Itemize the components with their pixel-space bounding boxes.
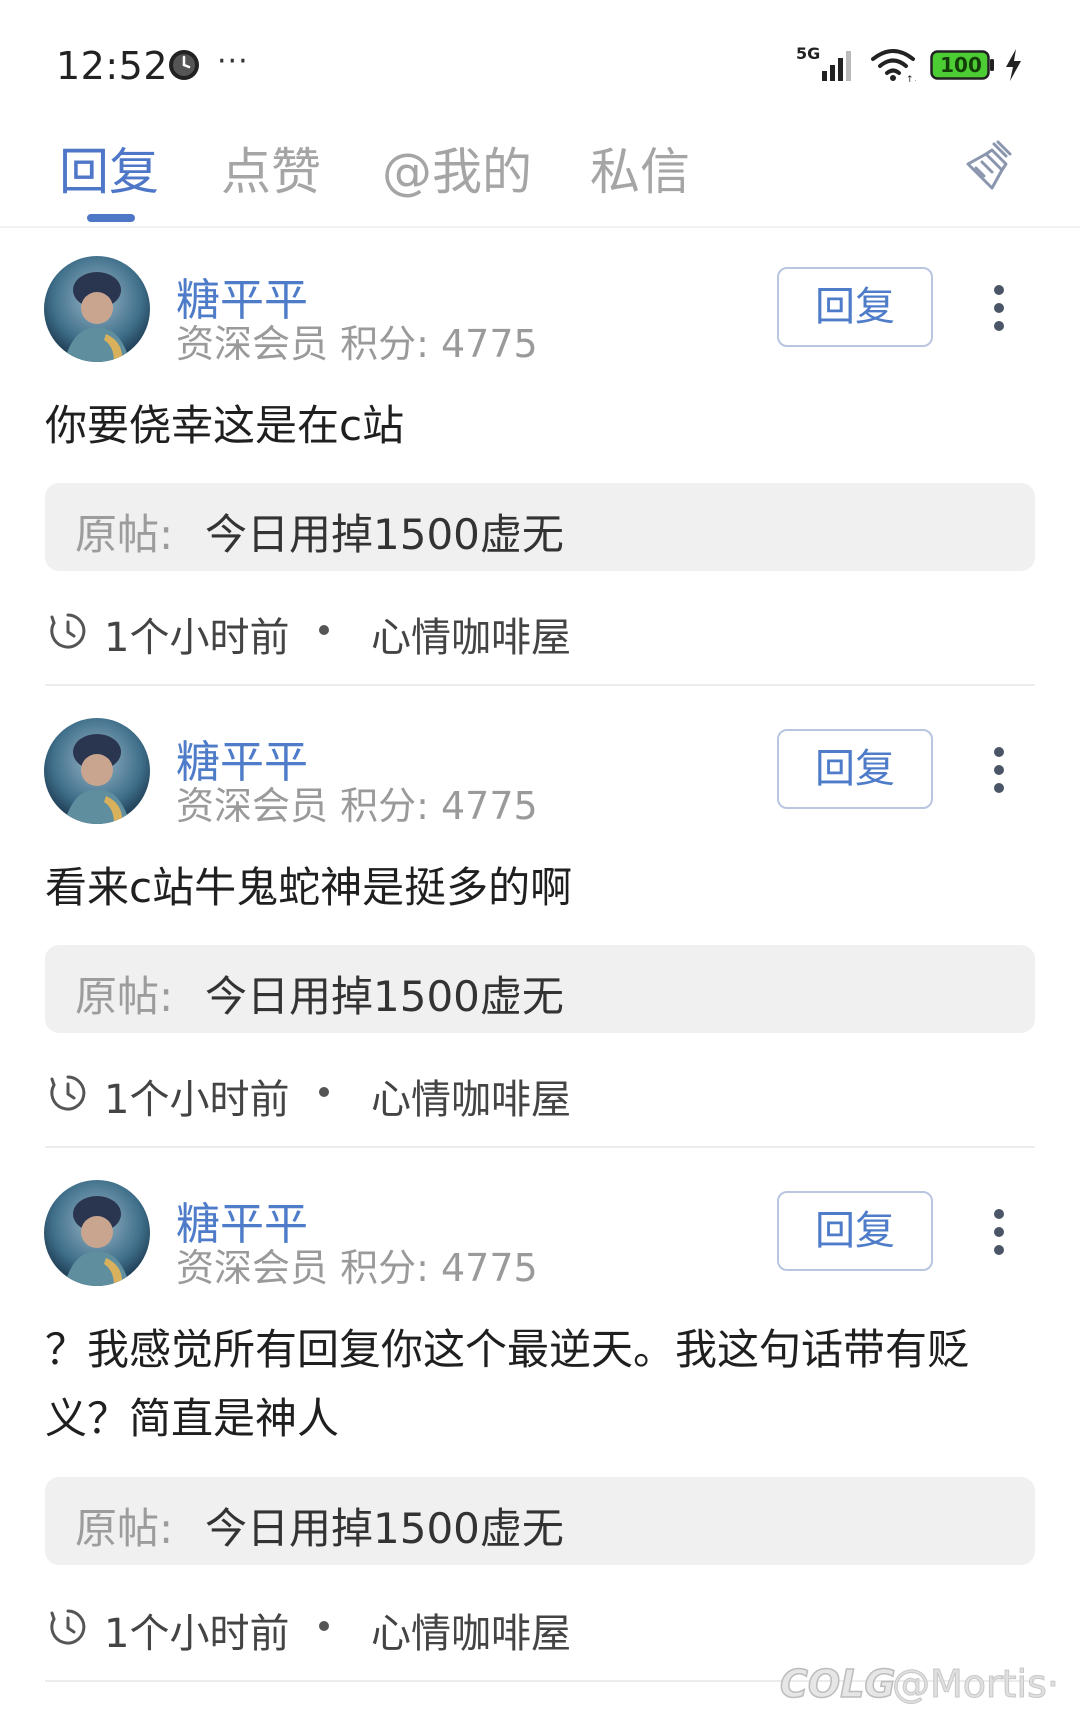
reply-button[interactable]: 回复 [777,1191,933,1271]
tab-likes[interactable]: 点赞 [221,132,321,204]
charging-bolt-icon [1006,49,1021,81]
avatar[interactable] [44,1180,150,1286]
watermark-handle: @Mortis· [892,1662,1060,1707]
tab-bar: 回复 点赞 @我的 私信 [0,110,1080,228]
original-post-label: 原帖: [75,510,174,559]
status-time: 12:52 [56,44,169,88]
original-post-label: 原帖: [75,972,174,1021]
active-tab-indicator [87,214,135,222]
tab-replies[interactable]: 回复 [59,132,159,204]
original-post-title: 今日用掉1500虚无 [205,1504,564,1553]
divider [45,1146,1035,1148]
forum-name[interactable]: 心情咖啡屋 [371,1601,571,1659]
more-notifications-icon: ··· [217,44,249,79]
clock-icon [50,613,86,649]
more-options-icon[interactable] [981,746,1017,794]
reply-time: 1个小时前 [104,615,290,661]
svg-text:↑↓: ↑↓ [906,75,916,83]
battery-icon: 100 [930,50,996,80]
clock-icon [50,1075,86,1111]
tab-mentions[interactable]: @我的 [382,132,532,204]
separator-dot [319,625,329,635]
original-post-title: 今日用掉1500虚无 [205,972,564,1021]
original-post-link[interactable]: 原帖: 今日用掉1500虚无 [45,1477,1035,1565]
reply-item[interactable]: 糖平平 资深会员 积分: 4775 回复 看来c站牛鬼蛇神是挺多的啊 原帖: 今… [0,718,1080,1148]
signal-icon: 5G [796,44,851,81]
broom-icon[interactable] [962,138,1018,194]
avatar-image [44,718,150,824]
status-bar: 12:52 ··· 5G ↑↓ 100 [0,0,1080,110]
more-options-icon[interactable] [981,284,1017,332]
tab-messages[interactable]: 私信 [590,132,690,204]
network-type-label: 5G [796,44,820,63]
separator-dot [319,1087,329,1097]
reply-content: 你要侥幸这是在c站 [45,401,405,450]
reply-item[interactable]: 糖平平 资深会员 积分: 4775 回复 ？我感觉所有回复你这个最逆天。我这句话… [0,1180,1080,1682]
wifi-icon: ↑↓ [871,49,916,83]
original-post-link[interactable]: 原帖: 今日用掉1500虚无 [45,483,1035,571]
reply-meta: 1个小时前 心情咖啡屋 [48,1065,748,1123]
forum-name[interactable]: 心情咖啡屋 [371,1067,571,1125]
avatar[interactable] [44,256,150,362]
divider [45,684,1035,686]
avatar-image [44,256,150,362]
reply-time: 1个小时前 [104,1077,290,1123]
watermark: COLG @Mortis· [779,1660,1070,1710]
reply-meta: 1个小时前 心情咖啡屋 [48,1599,748,1657]
original-post-title: 今日用掉1500虚无 [205,510,564,559]
avatar[interactable] [44,718,150,824]
original-post-link[interactable]: 原帖: 今日用掉1500虚无 [45,945,1035,1033]
reply-item[interactable]: 糖平平 资深会员 积分: 4775 回复 你要侥幸这是在c站 原帖: 今日用掉1… [0,256,1080,686]
more-options-icon[interactable] [981,1208,1017,1256]
reply-content: ？我感觉所有回复你这个最逆天。我这句话带有贬义？简直是神人 [45,1325,970,1443]
reply-button[interactable]: 回复 [777,267,933,347]
reply-button[interactable]: 回复 [777,729,933,809]
battery-level: 100 [940,53,982,77]
member-info: 资深会员 积分: 4775 [176,322,538,366]
member-info: 资深会员 积分: 4775 [176,1246,538,1290]
separator-dot [319,1621,329,1631]
clock-icon [169,50,199,80]
reply-content: 看来c站牛鬼蛇神是挺多的啊 [45,863,573,912]
forum-name[interactable]: 心情咖啡屋 [371,605,571,663]
watermark-logo: COLG [779,1661,896,1707]
reply-meta: 1个小时前 心情咖啡屋 [48,603,748,661]
clock-icon [50,1609,86,1645]
reply-time: 1个小时前 [104,1611,290,1657]
member-info: 资深会员 积分: 4775 [176,784,538,828]
original-post-label: 原帖: [75,1504,174,1553]
avatar-image [44,1180,150,1286]
